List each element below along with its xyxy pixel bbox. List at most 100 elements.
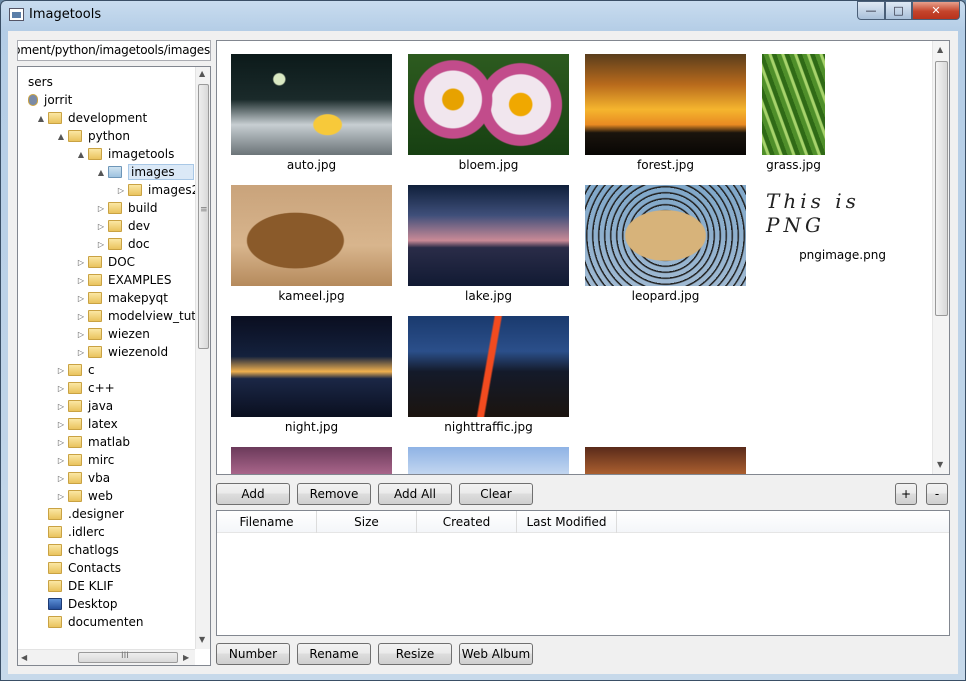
- image-view-scroll-thumb[interactable]: [935, 61, 948, 316]
- image-thumbnail[interactable]: auto.jpg: [231, 54, 392, 172]
- expand-arrow-icon[interactable]: ▷: [56, 402, 66, 411]
- expand-arrow-icon[interactable]: ▷: [56, 384, 66, 393]
- scroll-down-arrow-icon[interactable]: ▼: [937, 460, 943, 469]
- image-thumbnail[interactable]: forest.jpg: [585, 54, 746, 172]
- expand-arrow-icon[interactable]: ▷: [56, 474, 66, 483]
- web-album-button[interactable]: Web Album: [459, 643, 533, 665]
- tree-item[interactable]: ▷ c++: [56, 379, 115, 397]
- image-thumbnail-view[interactable]: auto.jpg bloem.jpg forest.jpg grass.jpg kame…: [216, 40, 950, 475]
- tree-item[interactable]: jorrit: [18, 91, 72, 109]
- expand-arrow-icon[interactable]: ▷: [76, 330, 86, 339]
- tree-item[interactable]: ▷ matlab: [56, 433, 130, 451]
- resize-button[interactable]: Resize: [378, 643, 452, 665]
- expand-arrow-icon[interactable]: ▷: [56, 420, 66, 429]
- tree-item[interactable]: ▷ vba: [56, 469, 110, 487]
- tree-item[interactable]: ▷ dev: [96, 217, 150, 235]
- expand-arrow-icon[interactable]: ▲: [76, 150, 86, 159]
- expand-arrow-icon[interactable]: ▷: [96, 204, 106, 213]
- expand-arrow-icon[interactable]: ▷: [56, 456, 66, 465]
- scroll-up-arrow-icon[interactable]: ▲: [199, 69, 205, 78]
- expand-arrow-icon[interactable]: ▲: [56, 132, 66, 141]
- tree-item[interactable]: DE KLIF: [36, 577, 114, 595]
- tree-item[interactable]: ▷ doc: [96, 235, 150, 253]
- expand-arrow-icon[interactable]: ▲: [96, 168, 106, 177]
- tree-item[interactable]: ▷ c: [56, 361, 95, 379]
- expand-arrow-icon[interactable]: ▷: [56, 492, 66, 501]
- image-thumbnail[interactable]: grass.jpg: [762, 54, 825, 172]
- tree-item[interactable]: Contacts: [36, 559, 121, 577]
- clear-button[interactable]: Clear: [459, 483, 533, 505]
- tree-item[interactable]: ▲ images: [96, 163, 194, 181]
- title-bar[interactable]: Imagetools — □ ✕: [1, 1, 965, 31]
- add-all-button[interactable]: Add All: [378, 483, 452, 505]
- expand-arrow-icon[interactable]: ▷: [76, 348, 86, 357]
- tree-item[interactable]: .designer: [36, 505, 124, 523]
- scroll-up-arrow-icon[interactable]: ▲: [937, 45, 943, 54]
- folder-tree[interactable]: sers jorrit ▲ development ▲ python ▲ imagetools…: [17, 66, 211, 666]
- expand-arrow-icon[interactable]: ▲: [36, 114, 46, 123]
- tree-item[interactable]: Desktop: [36, 595, 118, 613]
- expand-arrow-icon[interactable]: ▷: [56, 438, 66, 447]
- image-thumbnail[interactable]: This is PNG pngimage.png: [762, 185, 923, 262]
- image-view-scrollbar[interactable]: ▲ ▼: [932, 41, 949, 474]
- expand-arrow-icon[interactable]: ▷: [96, 222, 106, 231]
- add-button[interactable]: Add: [216, 483, 290, 505]
- tree-item[interactable]: ▷ wiezen: [76, 325, 150, 343]
- image-thumbnail[interactable]: [585, 447, 746, 474]
- tree-item[interactable]: ▷ latex: [56, 415, 118, 433]
- tree-item[interactable]: ▲ python: [56, 127, 130, 145]
- expand-arrow-icon[interactable]: ▷: [96, 240, 106, 249]
- column-header-last-modified[interactable]: Last Modified: [517, 511, 617, 533]
- tree-item[interactable]: ▷ DOC: [76, 253, 135, 271]
- tree-item[interactable]: .idlerc: [36, 523, 105, 541]
- expand-arrow-icon[interactable]: ▷: [76, 258, 86, 267]
- expand-arrow-icon[interactable]: ▷: [76, 312, 86, 321]
- image-thumbnail[interactable]: nighttraffic.jpg: [408, 316, 569, 434]
- tree-vertical-scroll-thumb[interactable]: ≡: [198, 84, 209, 349]
- rename-button[interactable]: Rename: [297, 643, 371, 665]
- number-button[interactable]: Number: [216, 643, 290, 665]
- column-header-size[interactable]: Size: [317, 511, 417, 533]
- tree-item[interactable]: ▷ modelview_tutorial: [76, 307, 210, 325]
- tree-horizontal-scroll-thumb[interactable]: III: [78, 651, 178, 663]
- tree-item[interactable]: ▲ imagetools: [76, 145, 174, 163]
- tree-item[interactable]: ▷ java: [56, 397, 113, 415]
- image-thumbnail[interactable]: night.jpg: [231, 316, 392, 434]
- tree-vertical-scrollbar[interactable]: ▲ ≡ ▼: [195, 67, 210, 649]
- tree-item[interactable]: sers: [18, 73, 53, 91]
- tree-item[interactable]: chatlogs: [36, 541, 119, 559]
- maximize-button[interactable]: □: [885, 1, 912, 20]
- expand-arrow-icon[interactable]: ▷: [76, 276, 86, 285]
- image-thumbnail[interactable]: kameel.jpg: [231, 185, 392, 303]
- expand-arrow-icon[interactable]: ▷: [116, 186, 126, 195]
- tree-item[interactable]: ▷ images2: [116, 181, 199, 199]
- scroll-left-arrow-icon[interactable]: ◀: [21, 653, 27, 662]
- tree-item[interactable]: documenten: [36, 613, 144, 631]
- expand-arrow-icon[interactable]: ▷: [76, 294, 86, 303]
- image-thumbnail[interactable]: bloem.jpg: [408, 54, 569, 172]
- column-header-created[interactable]: Created: [417, 511, 517, 533]
- expand-arrow-icon[interactable]: ▷: [56, 366, 66, 375]
- close-button[interactable]: ✕: [912, 1, 960, 20]
- file-table[interactable]: Filename Size Created Last Modified: [216, 510, 950, 636]
- tree-horizontal-scrollbar[interactable]: ◀ III ▶: [18, 649, 195, 665]
- scroll-down-arrow-icon[interactable]: ▼: [199, 635, 205, 644]
- minimize-button[interactable]: —: [857, 1, 885, 20]
- zoom-out-button[interactable]: -: [926, 483, 948, 505]
- path-field[interactable]: C:/Users/jorrit/development/python/image…: [17, 40, 211, 61]
- image-thumbnail[interactable]: [408, 447, 569, 474]
- tree-item[interactable]: ▷ web: [56, 487, 113, 505]
- image-thumbnail[interactable]: [231, 447, 392, 474]
- tree-item[interactable]: ▷ wiezenold: [76, 343, 168, 361]
- tree-item[interactable]: ▷ mirc: [56, 451, 114, 469]
- tree-item[interactable]: ▷ EXAMPLES: [76, 271, 172, 289]
- tree-item[interactable]: ▷ makepyqt: [76, 289, 168, 307]
- tree-item[interactable]: ▷ build: [96, 199, 158, 217]
- scroll-right-arrow-icon[interactable]: ▶: [183, 653, 189, 662]
- zoom-in-button[interactable]: +: [895, 483, 917, 505]
- image-thumbnail[interactable]: lake.jpg: [408, 185, 569, 303]
- image-thumbnail[interactable]: leopard.jpg: [585, 185, 746, 303]
- column-header-filename[interactable]: Filename: [217, 511, 317, 533]
- tree-item[interactable]: ▲ development: [36, 109, 147, 127]
- remove-button[interactable]: Remove: [297, 483, 371, 505]
